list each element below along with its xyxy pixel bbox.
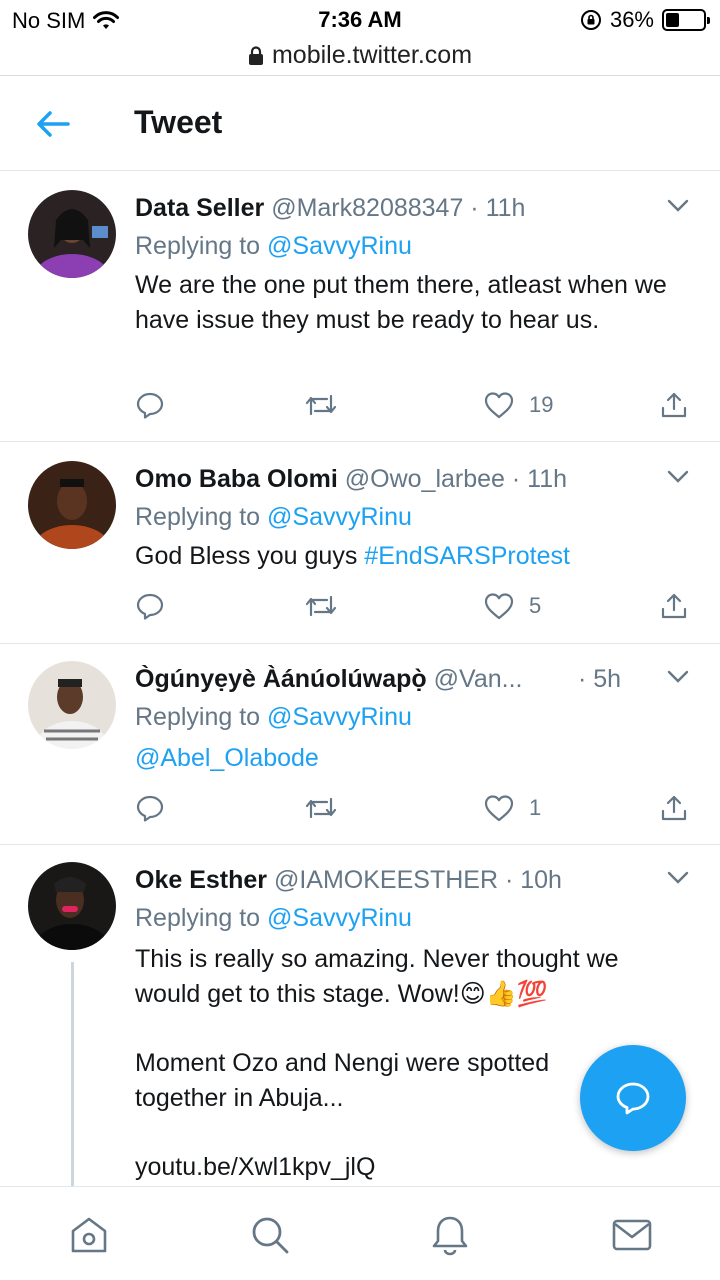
replying-to: Replying to @SavvyRinu (135, 503, 412, 531)
hashtag-link[interactable]: #EndSARSProtest (364, 542, 570, 570)
display-name[interactable]: Omo Baba Olomi (135, 465, 338, 493)
retweet-button[interactable] (303, 390, 339, 420)
reply-button[interactable] (135, 390, 165, 420)
compose-reply-icon (616, 1082, 650, 1115)
retweet-button[interactable] (303, 793, 339, 823)
share-button[interactable] (659, 591, 689, 621)
battery-icon (662, 9, 710, 31)
mention-link[interactable]: @Abel_Olabode (135, 744, 319, 772)
orientation-lock-icon (580, 10, 601, 30)
reply-handle-link[interactable]: @SavvyRinu (267, 503, 412, 531)
like-button[interactable]: 19 (483, 390, 553, 420)
retweet-icon (305, 595, 337, 617)
compose-reply-button[interactable] (580, 1045, 686, 1151)
share-icon (661, 593, 687, 619)
share-icon (661, 392, 687, 418)
share-button[interactable] (659, 793, 689, 823)
reply-button[interactable] (135, 591, 165, 621)
tweet-header: Ògúnyẹyè Àánúolúwapọ̀ @Van... (135, 665, 560, 694)
like-count: 1 (529, 795, 542, 820)
status-bar: No SIM 7:36 AM 36% (0, 0, 720, 40)
url-text: mobile.twitter.com (271, 41, 473, 69)
tweet-actions: 19 (135, 390, 690, 422)
display-name[interactable]: Data Seller (135, 194, 264, 222)
tweet-header: Oke Esther @IAMOKEESTHER · 10h (135, 866, 660, 895)
tweet-text: God Bless you guys #EndSARSProtest (135, 542, 570, 570)
reply-handle-link[interactable]: @SavvyRinu (267, 232, 412, 260)
retweet-button[interactable] (303, 591, 339, 621)
tweet-text: We are the one put them there, atleast w… (135, 271, 667, 334)
like-count: 19 (529, 392, 554, 417)
reply-icon (136, 392, 164, 419)
like-count: 5 (529, 593, 542, 618)
avatar[interactable] (28, 862, 116, 950)
like-button[interactable]: 1 (483, 793, 541, 823)
tweet-item[interactable]: Ògúnyẹyè Àánúolúwapọ̀ @Van... · 5h Reply… (0, 645, 720, 845)
heart-icon (484, 795, 514, 822)
like-button[interactable]: 5 (483, 591, 541, 621)
share-button[interactable] (659, 390, 689, 420)
chevron-down-icon[interactable] (666, 198, 690, 214)
display-name[interactable]: Oke Esther (135, 866, 267, 894)
tweet-actions: 1 (135, 793, 690, 825)
replying-to: Replying to @SavvyRinu (135, 904, 412, 932)
chevron-down-icon[interactable] (666, 469, 690, 485)
heart-icon (484, 593, 514, 620)
tweet-header: Omo Baba Olomi @Owo_larbee · 11h (135, 465, 660, 494)
chevron-down-icon[interactable] (666, 669, 690, 685)
handle-time: @Mark82088347 · 11h (271, 194, 526, 222)
display-name[interactable]: Ògúnyẹyè Àánúolúwapọ̀ (135, 665, 427, 693)
retweet-icon (305, 797, 337, 819)
tweet-time: · 5h (578, 665, 622, 693)
external-link[interactable]: youtu.be/Xwl1kpv_jlQ (135, 1150, 690, 1185)
tweet-text-line: Moment Ozo and Nengi were spotted (135, 1049, 550, 1077)
avatar[interactable] (28, 461, 116, 549)
browser-url-bar[interactable]: mobile.twitter.com (0, 36, 720, 76)
page-header: Tweet (0, 76, 720, 171)
handle-time: @Owo_larbee · 11h (344, 465, 568, 493)
tweet-item[interactable]: Data Seller @Mark82088347 · 11h Replying… (0, 172, 720, 442)
bell-icon[interactable] (428, 1213, 472, 1257)
reply-icon (136, 795, 164, 822)
heart-icon (484, 392, 514, 419)
handle: @Van... (433, 665, 523, 693)
replying-to: Replying to @SavvyRinu (135, 703, 412, 731)
handle-time: @IAMOKEESTHER · 10h (273, 866, 562, 894)
chevron-down-icon[interactable] (666, 870, 690, 886)
home-icon[interactable] (67, 1213, 111, 1257)
share-icon (661, 795, 687, 821)
reply-button[interactable] (135, 793, 165, 823)
search-icon[interactable] (248, 1213, 292, 1257)
retweet-icon (305, 394, 337, 416)
page-title: Tweet (134, 104, 223, 140)
reply-handle-link[interactable]: @SavvyRinu (267, 703, 412, 731)
avatar[interactable] (28, 661, 116, 749)
status-right: 36% (580, 7, 710, 33)
battery-percent: 36% (609, 7, 654, 32)
thread-line (71, 962, 74, 1186)
replying-to: Replying to @SavvyRinu (135, 232, 412, 260)
bottom-navigation (0, 1186, 720, 1280)
back-arrow-icon[interactable] (28, 106, 76, 142)
reply-icon (136, 593, 164, 620)
avatar[interactable] (28, 190, 116, 278)
tweet-header: Data Seller @Mark82088347 · 11h (135, 194, 660, 223)
tweet-actions: 5 (135, 591, 690, 623)
tweet-text: This is really so amazing. Never thought… (135, 945, 619, 1008)
tweet-text: @Abel_Olabode (135, 741, 690, 776)
tweet-item[interactable]: Omo Baba Olomi @Owo_larbee · 11h Replyin… (0, 443, 720, 644)
lock-icon (248, 45, 263, 65)
reply-handle-link[interactable]: @SavvyRinu (267, 904, 412, 932)
mail-icon[interactable] (610, 1213, 654, 1257)
